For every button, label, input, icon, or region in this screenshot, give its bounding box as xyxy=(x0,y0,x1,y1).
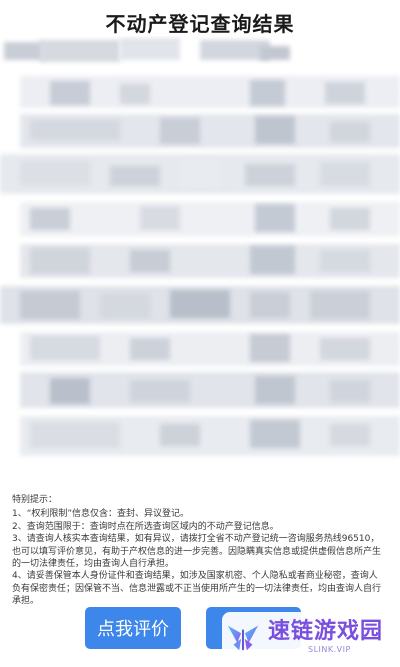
watermark-subtext: SLINK.VIP xyxy=(308,645,351,654)
page-title: 不动产登记查询结果 xyxy=(105,12,295,36)
watermark: 速链游戏园 SLINK.VIP xyxy=(222,612,398,662)
butterfly-logo-icon xyxy=(227,625,259,651)
watermark-text: 速链游戏园 xyxy=(268,619,384,644)
notice-item: 3、请查询人核实本查询结果，如有异议，请拨打全省不动产登记统一咨询服务热线965… xyxy=(12,534,382,570)
notice-item: 1、“权利限制”信息仅含：查封、异议登记。 xyxy=(12,509,190,520)
blurred-query-result xyxy=(0,36,400,476)
rate-button[interactable]: 点我评价 xyxy=(85,607,181,649)
notice-item: 4、请妥善保管本人身份证件和查询结果，如涉及国家机密、个人隐私或者商业秘密，查询… xyxy=(12,571,382,607)
notice-item: 2、查询范围限于：查询时点在所选查询区域内的不动产登记信息。 xyxy=(12,521,279,532)
notice-heading: 特别提示： xyxy=(12,495,58,505)
special-notice: 特别提示： 1、“权利限制”信息仅含：查封、异议登记。 2、查询范围限于：查询时… xyxy=(12,494,386,608)
